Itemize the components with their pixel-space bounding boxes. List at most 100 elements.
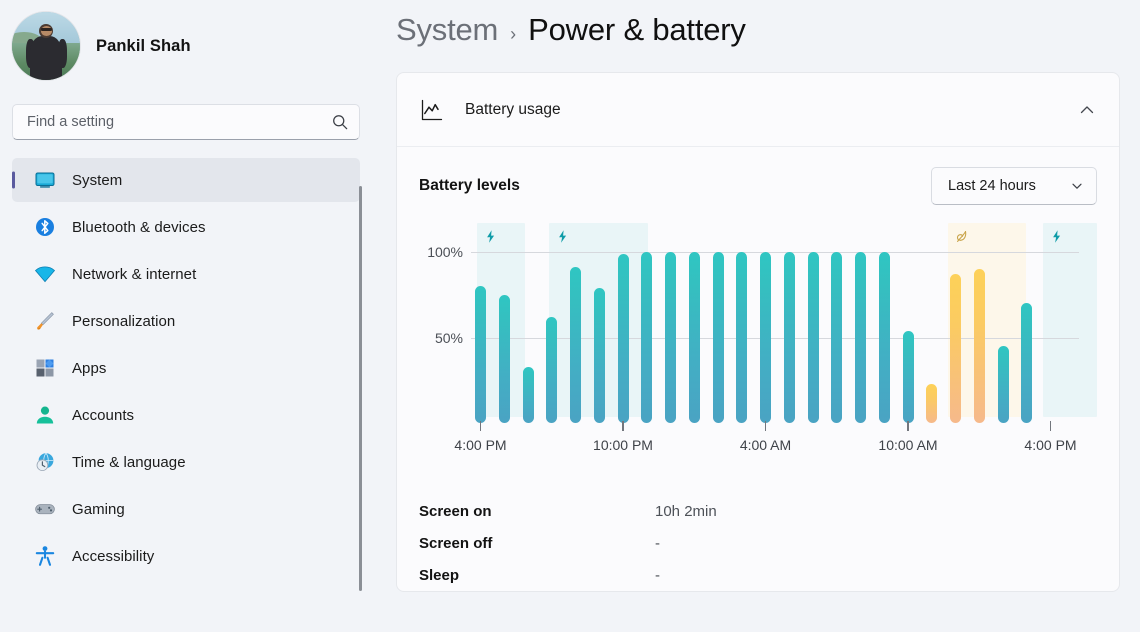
- chart-bar[interactable]: [902, 330, 914, 423]
- stat-label: Sleep: [419, 566, 460, 584]
- chart-bar[interactable]: [712, 252, 724, 423]
- apps-icon: [34, 357, 56, 379]
- lightning-bolt-icon: [555, 229, 570, 244]
- chevron-up-icon[interactable]: [1077, 100, 1097, 120]
- settings-window: Pankil Shah System Bluetooth &: [0, 0, 1140, 632]
- leaf-icon: [954, 229, 969, 244]
- gridline: [471, 252, 1079, 254]
- search-input[interactable]: [27, 114, 331, 130]
- lightning-bolt-icon: [1049, 229, 1064, 244]
- chart-bar[interactable]: [926, 383, 938, 423]
- sidebar-item-bluetooth-devices[interactable]: Bluetooth & devices: [12, 205, 360, 249]
- sidebar-item-label: Personalization: [72, 312, 176, 330]
- sidebar-item-time-language[interactable]: Time & language: [12, 440, 360, 484]
- x-axis-tick: [764, 421, 766, 431]
- profile-section[interactable]: Pankil Shah: [0, 0, 372, 80]
- y-axis-tick-label: 50%: [434, 329, 463, 346]
- gridline: [471, 337, 1079, 339]
- chart-bar[interactable]: [498, 294, 510, 423]
- battery-stat-row: Screen off -: [419, 527, 1097, 559]
- battery-usage-header[interactable]: Battery usage: [397, 73, 1119, 147]
- wifi-icon: [34, 263, 56, 285]
- x-axis-tick-label: 4:00 AM: [739, 437, 792, 453]
- x-axis-tick: [479, 421, 481, 431]
- x-axis-tick-label: 10:00 PM: [593, 437, 653, 453]
- chart-bar[interactable]: [783, 252, 795, 423]
- lightning-bolt-icon: [483, 229, 498, 244]
- battery-stat-row: Sleep -: [419, 559, 1097, 591]
- sidebar-item-system[interactable]: System: [12, 158, 360, 202]
- battery-levels-title: Battery levels: [419, 177, 520, 194]
- time-range-dropdown[interactable]: Last 24 hours: [931, 167, 1097, 205]
- chart-bar[interactable]: [760, 252, 771, 423]
- stat-value: 10h 2min: [655, 502, 717, 520]
- x-axis-tick-label: 4:00 PM: [1024, 437, 1077, 453]
- chart-bar[interactable]: [641, 252, 653, 423]
- battery-levels-section: Battery levels Last 24 hours 100% 50% 4:00…: [397, 147, 1119, 489]
- chart-bar[interactable]: [878, 252, 890, 423]
- chart-bar[interactable]: [546, 317, 558, 423]
- chart-bar[interactable]: [475, 286, 486, 423]
- search-icon[interactable]: [331, 113, 349, 131]
- sidebar-item-label: Network & internet: [72, 265, 197, 283]
- breadcrumb-parent[interactable]: System: [396, 12, 498, 48]
- sidebar-item-network-internet[interactable]: Network & internet: [12, 252, 360, 296]
- sidebar-item-label: Accounts: [72, 406, 135, 424]
- bluetooth-icon: [34, 216, 56, 238]
- stat-label: Screen on: [419, 502, 492, 520]
- chart-bar[interactable]: [665, 252, 676, 423]
- accessibility-icon: [34, 545, 56, 567]
- stat-label: Screen off: [419, 534, 493, 552]
- sidebar-item-accessibility[interactable]: Accessibility: [12, 534, 360, 578]
- chart-bar[interactable]: [973, 269, 985, 423]
- chart-bar[interactable]: [807, 252, 819, 423]
- sidebar-item-label: Accessibility: [72, 547, 155, 565]
- search-box[interactable]: [12, 104, 360, 140]
- battery-usage-card: Battery usage Battery levels Last 24 hou…: [396, 72, 1120, 592]
- sidebar-item-personalization[interactable]: Personalization: [12, 299, 360, 343]
- nav-list: System Bluetooth & devices Network & int…: [0, 158, 372, 578]
- chart-bar[interactable]: [593, 287, 605, 423]
- chevron-right-icon: ›: [510, 24, 517, 44]
- chart-bar[interactable]: [570, 267, 581, 423]
- breadcrumb: System › Power & battery: [396, 0, 1120, 62]
- monitor-icon: [34, 169, 56, 191]
- x-axis-tick: [907, 421, 909, 431]
- main-content: System › Power & battery Battery usage B…: [372, 0, 1140, 632]
- x-axis-tick: [622, 421, 624, 431]
- card-title: Battery usage: [465, 100, 561, 118]
- clock-globe-icon: [34, 451, 56, 473]
- sidebar-item-label: Gaming: [72, 500, 125, 518]
- chart-bar[interactable]: [997, 346, 1009, 423]
- chart-bar[interactable]: [831, 252, 843, 423]
- x-axis-tick: [1049, 421, 1051, 431]
- chart-bar[interactable]: [950, 274, 961, 423]
- sidebar-scrollbar[interactable]: [359, 186, 362, 591]
- sidebar-item-apps[interactable]: Apps: [12, 346, 360, 390]
- stat-value: -: [655, 534, 660, 552]
- battery-stats-list: Screen on 10h 2min Screen off - Sleep -: [397, 489, 1119, 591]
- person-icon: [34, 404, 56, 426]
- chart-bar[interactable]: [522, 366, 534, 423]
- sidebar-item-label: Apps: [72, 359, 107, 377]
- avatar[interactable]: [12, 12, 80, 80]
- sidebar-item-label: Time & language: [72, 453, 186, 471]
- chart-bar[interactable]: [1021, 303, 1033, 423]
- time-range-value: Last 24 hours: [948, 178, 1036, 194]
- chart-bar[interactable]: [688, 252, 700, 423]
- chart-bar[interactable]: [617, 253, 629, 423]
- sidebar-item-label: System: [72, 171, 123, 189]
- gamepad-icon: [34, 498, 56, 520]
- chart-bar[interactable]: [736, 252, 748, 423]
- sidebar-item-label: Bluetooth & devices: [72, 218, 206, 236]
- sidebar-item-gaming[interactable]: Gaming: [12, 487, 360, 531]
- profile-name: Pankil Shah: [96, 36, 191, 55]
- stat-value: -: [655, 566, 660, 584]
- chart-bar[interactable]: [855, 252, 866, 423]
- sidebar-item-accounts[interactable]: Accounts: [12, 393, 360, 437]
- battery-levels-chart: 100% 50% 4:00 PM 10:00 PM 4:00 AM 10:00 AM 4:0…: [419, 219, 1098, 489]
- scrollbar-thumb[interactable]: [359, 186, 362, 591]
- line-chart-icon: [419, 97, 445, 123]
- chevron-down-icon: [1070, 179, 1084, 193]
- page-title: Power & battery: [528, 12, 746, 47]
